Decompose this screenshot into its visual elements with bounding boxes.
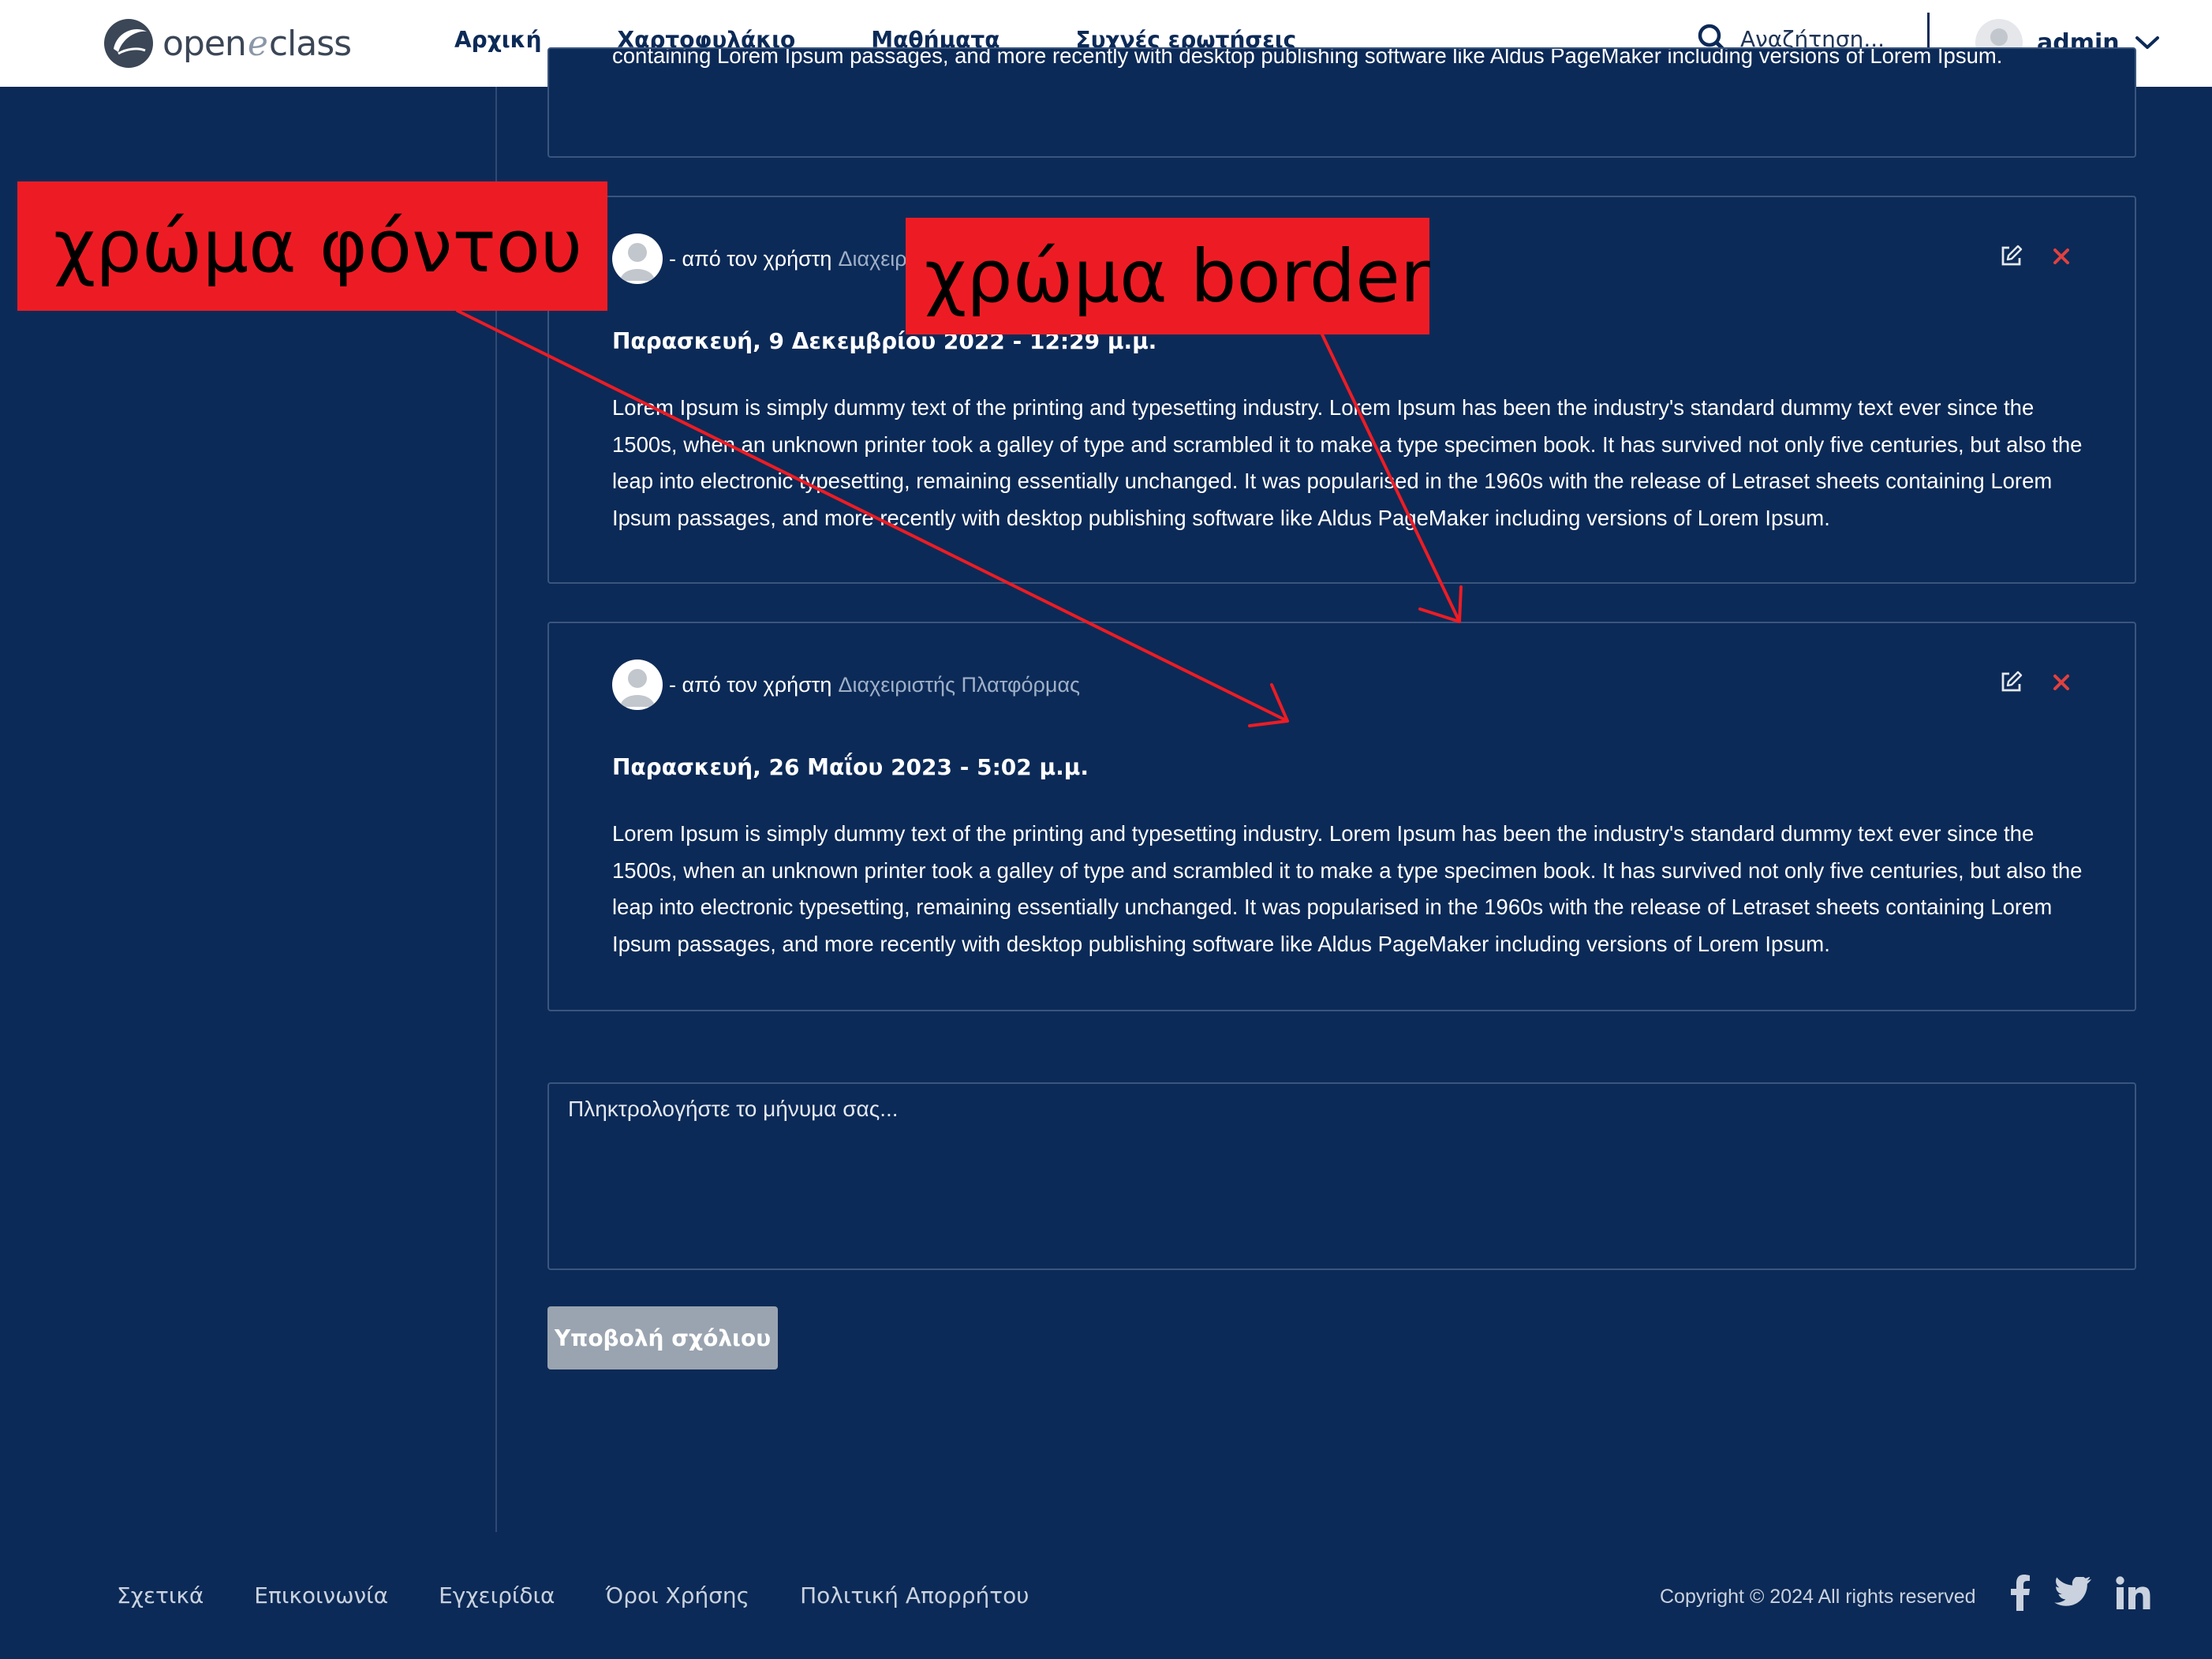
comment-by-label: - από τον χρήστη	[669, 246, 832, 271]
footer-links: Σχετικά Επικοινωνία Εγχειρίδια Όροι Χρήσ…	[117, 1582, 1079, 1609]
comment-body: Lorem Ipsum is simply dummy text of the …	[612, 395, 2083, 530]
footer-link-contact[interactable]: Επικοινωνία	[254, 1582, 388, 1609]
logo-text-open: open	[163, 23, 247, 64]
edit-icon[interactable]	[1999, 245, 2023, 268]
comment-date: Παρασκευή, 26 Μαΐου 2023 - 5:02 μ.μ.	[612, 754, 1089, 780]
comment-body: containing Lorem Ipsum passages, and mor…	[612, 47, 2003, 68]
logo-text-e: e	[247, 23, 268, 64]
comment-avatar-icon	[612, 234, 663, 284]
comment-card: containing Lorem Ipsum passages, and mor…	[547, 47, 2136, 158]
linkedin-icon[interactable]	[2116, 1576, 2150, 1609]
facebook-icon[interactable]	[2010, 1575, 2031, 1611]
annotation-background-color: χρώμα φόντου	[17, 181, 607, 311]
comment-actions	[1999, 671, 2072, 694]
social-links	[2010, 1575, 2150, 1611]
delete-icon[interactable]	[2051, 672, 2072, 693]
openeclass-logo[interactable]: openeclass	[103, 16, 352, 71]
edit-icon[interactable]	[1999, 671, 2023, 694]
chevron-down-icon[interactable]	[2134, 34, 2161, 51]
comment-body: Lorem Ipsum is simply dummy text of the …	[612, 821, 2083, 956]
logo-text: openeclass	[163, 23, 352, 64]
footer-link-privacy[interactable]: Πολιτική Απορρήτου	[800, 1582, 1029, 1609]
comment-textarea[interactable]	[547, 1082, 2136, 1270]
copyright-text: Copyright © 2024 All rights reserved	[1660, 1586, 1976, 1608]
submit-comment-button[interactable]: Υποβολή σχόλιου	[547, 1306, 778, 1369]
twitter-icon[interactable]	[2054, 1577, 2092, 1609]
nav-home[interactable]: Αρχική	[454, 27, 542, 53]
delete-icon[interactable]	[2051, 246, 2072, 267]
comment-card: - από τον χρήστη Διαχειριστής Πλατφόρμας…	[547, 622, 2136, 1011]
logo-mark-icon	[104, 19, 153, 68]
footer-link-manuals[interactable]: Εγχειρίδια	[439, 1582, 555, 1609]
comment-header: - από τον χρήστη Διαχειριστής Πλατφόρμας	[612, 659, 1080, 710]
logo-text-class: class	[268, 23, 352, 64]
annotation-border-color: χρώμα border	[906, 218, 1430, 334]
footer-link-terms[interactable]: Όροι Χρήσης	[605, 1582, 749, 1609]
comment-avatar-icon	[612, 659, 663, 710]
comment-author[interactable]: Διαχειριστής Πλατφόρμας	[838, 673, 1080, 697]
comment-by-label: - από τον χρήστη	[669, 672, 832, 697]
comment-actions	[1999, 245, 2072, 268]
footer-link-about[interactable]: Σχετικά	[117, 1582, 204, 1609]
